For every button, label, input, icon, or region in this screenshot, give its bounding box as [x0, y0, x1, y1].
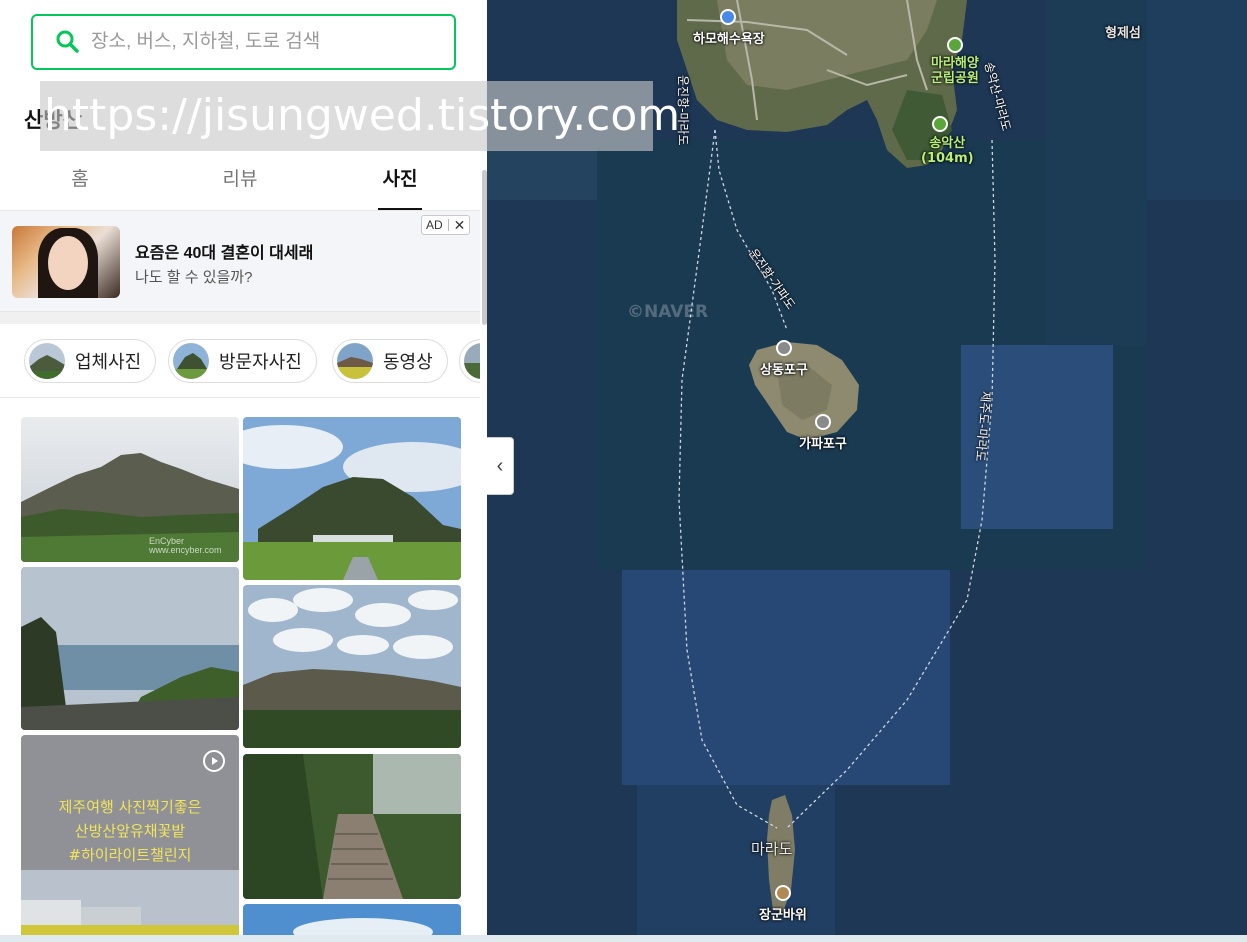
mountain-icon[interactable]	[932, 116, 948, 132]
photo-watermark: EnCyber www.encyber.com	[149, 536, 222, 555]
ad-label: AD	[426, 218, 443, 232]
chip-label: 동영상	[383, 352, 433, 372]
photo-grid: EnCyber www.encyber.com 제주여행 사진찍기좋은 산방산앞…	[21, 417, 461, 942]
chip-videos[interactable]: 동영상	[332, 339, 448, 383]
map-label-hamo-beach[interactable]: 하모해수욕장	[693, 28, 765, 47]
ad-badge: AD ✕	[421, 215, 471, 235]
ad-title: 요즘은 40대 결혼이 대세래	[135, 245, 314, 262]
ad-banner[interactable]: 요즘은 40대 결혼이 대세래 나도 할 수 있을까? AD ✕	[0, 210, 480, 312]
ad-subtitle: 나도 할 수 있을까?	[135, 269, 253, 286]
chip-label: 방문자사진	[219, 352, 302, 372]
chip-thumbnail	[29, 343, 65, 379]
chip-business-photos[interactable]: 업체사진	[24, 339, 157, 383]
chip-thumbnail	[337, 343, 373, 379]
map-label-sangdong[interactable]: 상동포구	[760, 359, 808, 378]
photo-item[interactable]	[243, 417, 461, 580]
video-caption: 제주여행 사진찍기좋은 산방산앞유채꽃밭 #하이라이트챌린지	[58, 798, 202, 864]
port-icon[interactable]	[815, 414, 831, 430]
park-icon[interactable]	[947, 37, 963, 53]
overlay-watermark: https://jisungwed.tistory.com	[40, 81, 680, 151]
search-input[interactable]	[91, 31, 411, 53]
search-icon	[55, 29, 81, 55]
panel-collapse-button[interactable]: ‹	[487, 437, 514, 495]
chip-label: 업체사진	[75, 352, 142, 372]
tab-reviews[interactable]: 리뷰	[160, 150, 320, 210]
tab-home[interactable]: 홈	[0, 150, 160, 210]
tab-photos[interactable]: 사진	[320, 150, 480, 210]
search-box[interactable]	[31, 14, 456, 70]
photo-item[interactable]	[243, 585, 461, 748]
photo-item[interactable]	[243, 754, 461, 899]
map-naver-watermark: ©NAVER	[627, 302, 709, 322]
chip-thumbnail	[173, 343, 209, 379]
ad-thumbnail	[12, 226, 120, 298]
map-label-marado[interactable]: 마라도	[751, 838, 792, 859]
map-label-marine-park[interactable]: 마라해양 군립공원	[931, 56, 979, 86]
landmark-icon[interactable]	[775, 885, 791, 901]
map-label-gapa[interactable]: 가파포구	[799, 433, 847, 452]
beach-icon[interactable]	[720, 9, 736, 25]
ad-close-icon[interactable]: ✕	[454, 217, 466, 234]
photo-item[interactable]	[21, 567, 239, 730]
chevron-left-icon: ‹	[496, 454, 504, 477]
chip-more[interactable]	[459, 339, 480, 383]
tab-bar: 홈 리뷰 사진	[0, 150, 480, 210]
bottom-strip	[0, 935, 1247, 942]
map-label-songaksan[interactable]: 송악산 (104m)	[921, 136, 974, 166]
section-divider	[0, 312, 480, 324]
photo-item[interactable]: EnCyber www.encyber.com	[21, 417, 239, 562]
play-icon[interactable]	[203, 750, 225, 772]
map-label-hyeongje[interactable]: 형제섬	[1105, 22, 1141, 41]
port-icon[interactable]	[776, 340, 792, 356]
chip-visitor-photos[interactable]: 방문자사진	[168, 339, 317, 383]
map-label-janggun[interactable]: 장군바위	[759, 904, 807, 923]
chip-thumbnail	[464, 343, 480, 379]
photo-item-video[interactable]: 제주여행 사진찍기좋은 산방산앞유채꽃밭 #하이라이트챌린지	[21, 735, 239, 942]
photo-filter-chips: 업체사진 방문자사진 동영상	[0, 324, 480, 398]
